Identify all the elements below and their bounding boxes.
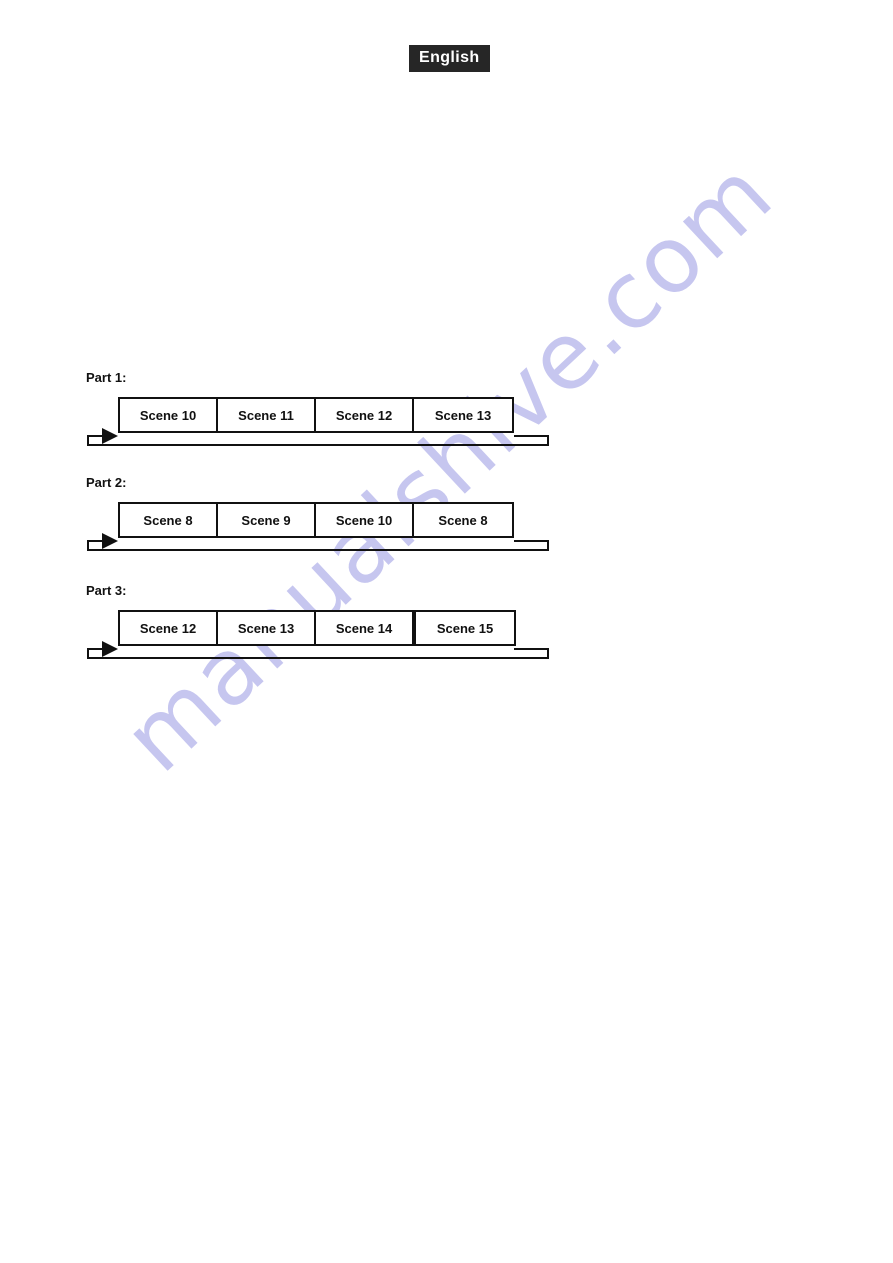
scene-cell[interactable]: Scene 8 — [414, 504, 512, 536]
part-label: Part 1: — [86, 370, 127, 385]
arrowhead-icon — [102, 641, 118, 657]
language-badge: English — [409, 45, 490, 72]
scene-sequence-diagrams: Part 1: Scene 10 Scene 11 Scene 12 Scene 13 P… — [0, 0, 893, 1263]
scene-cell[interactable]: Scene 10 — [316, 504, 414, 536]
arrowhead-icon — [102, 533, 118, 549]
scene-cell[interactable]: Scene 8 — [120, 504, 218, 536]
scene-cell[interactable]: Scene 12 — [316, 399, 414, 431]
part-label: Part 3: — [86, 583, 127, 598]
scene-cell[interactable]: Scene 9 — [218, 504, 316, 536]
scene-row: Scene 12 Scene 13 Scene 14 Scene 15 — [118, 610, 516, 646]
scene-cell[interactable]: Scene 11 — [218, 399, 316, 431]
scene-cell[interactable]: Scene 12 — [120, 612, 218, 644]
scene-row: Scene 8 Scene 9 Scene 10 Scene 8 — [118, 502, 514, 538]
scene-cell[interactable]: Scene 10 — [120, 399, 218, 431]
arrowhead-icon — [102, 428, 118, 444]
scene-cell[interactable]: Scene 13 — [218, 612, 316, 644]
scene-cell[interactable]: Scene 14 — [316, 612, 414, 644]
part-label: Part 2: — [86, 475, 127, 490]
scene-cell[interactable]: Scene 15 — [414, 610, 516, 646]
scene-cell[interactable]: Scene 13 — [414, 399, 512, 431]
scene-row: Scene 10 Scene 11 Scene 12 Scene 13 — [118, 397, 514, 433]
